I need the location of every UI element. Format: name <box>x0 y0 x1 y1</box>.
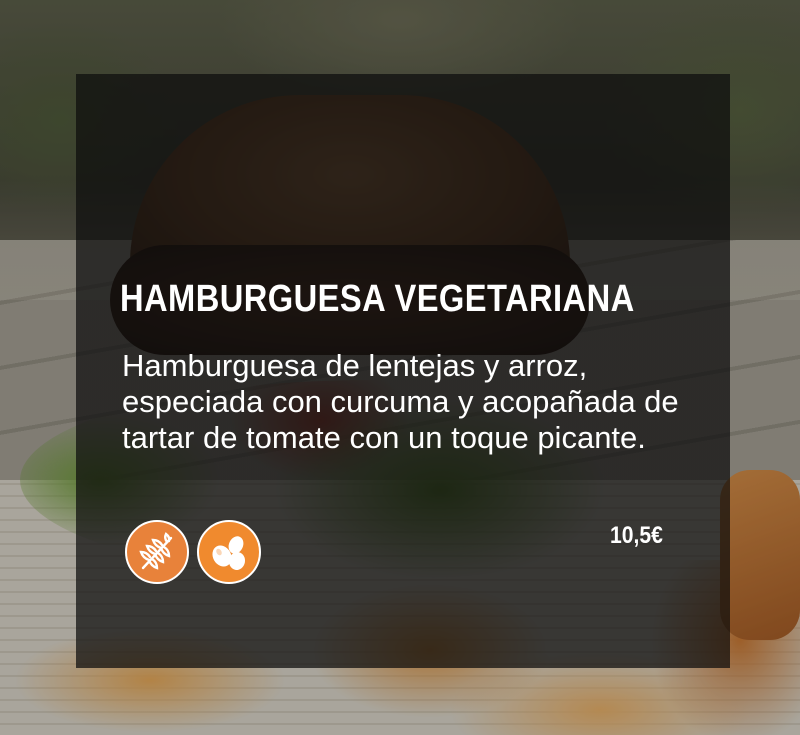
egg-icon <box>197 520 261 584</box>
menu-item-overlay: HAMBURGUESA VEGETARIANA Hamburguesa de l… <box>76 74 730 668</box>
dish-price: 10,5€ <box>610 522 663 549</box>
dish-description: Hamburguesa de lentejas y arroz, especia… <box>122 348 679 455</box>
menu-item-card-scene: HAMBURGUESA VEGETARIANA Hamburguesa de l… <box>0 0 800 735</box>
dish-title: HAMBURGUESA VEGETARIANA <box>120 278 635 320</box>
allergen-list <box>125 520 261 584</box>
gluten-wheat-icon <box>125 520 189 584</box>
